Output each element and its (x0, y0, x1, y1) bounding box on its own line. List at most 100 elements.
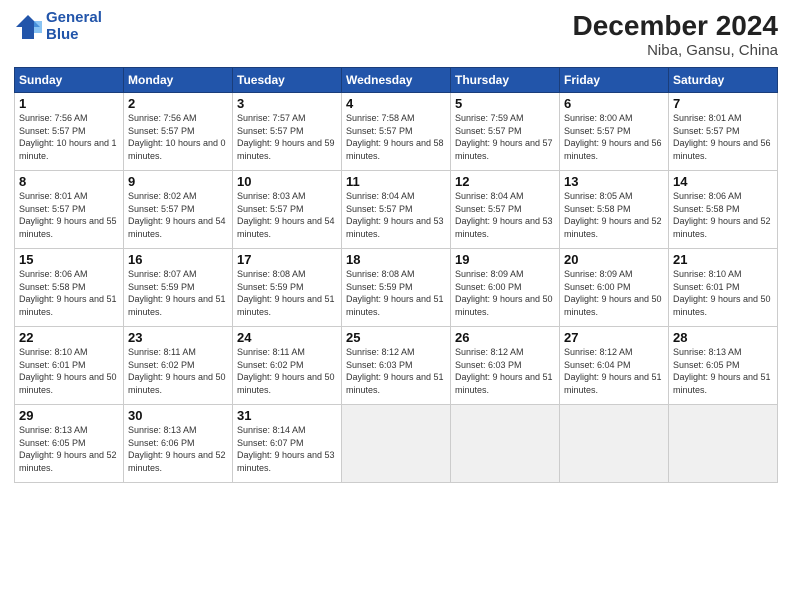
sunset-label: Sunset: 6:00 PM (564, 282, 631, 292)
daylight-label: Daylight: 9 hours and 52 minutes. (19, 450, 117, 473)
day-info: Sunrise: 8:13 AM Sunset: 6:05 PM Dayligh… (19, 424, 119, 474)
day-number: 21 (673, 252, 773, 267)
day-info: Sunrise: 8:09 AM Sunset: 6:00 PM Dayligh… (564, 268, 664, 318)
sunset-label: Sunset: 5:57 PM (346, 204, 413, 214)
daylight-label: Daylight: 9 hours and 51 minutes. (346, 294, 444, 317)
calendar-cell: 26 Sunrise: 8:12 AM Sunset: 6:03 PM Dayl… (451, 327, 560, 405)
day-number: 9 (128, 174, 228, 189)
day-number: 13 (564, 174, 664, 189)
sunset-label: Sunset: 5:57 PM (673, 126, 740, 136)
daylight-label: Daylight: 9 hours and 51 minutes. (19, 294, 117, 317)
calendar-cell: 24 Sunrise: 8:11 AM Sunset: 6:02 PM Dayl… (233, 327, 342, 405)
sunset-label: Sunset: 6:03 PM (346, 360, 413, 370)
day-number: 16 (128, 252, 228, 267)
sunrise-label: Sunrise: 8:02 AM (128, 191, 197, 201)
sunrise-label: Sunrise: 8:09 AM (455, 269, 524, 279)
sunrise-label: Sunrise: 8:13 AM (128, 425, 197, 435)
sunset-label: Sunset: 5:58 PM (673, 204, 740, 214)
day-info: Sunrise: 8:09 AM Sunset: 6:00 PM Dayligh… (455, 268, 555, 318)
daylight-label: Daylight: 9 hours and 58 minutes. (346, 138, 444, 161)
calendar-cell: 13 Sunrise: 8:05 AM Sunset: 5:58 PM Dayl… (560, 171, 669, 249)
calendar-cell: 20 Sunrise: 8:09 AM Sunset: 6:00 PM Dayl… (560, 249, 669, 327)
calendar-cell (560, 405, 669, 483)
logo-icon (14, 13, 42, 41)
daylight-label: Daylight: 10 hours and 1 minute. (19, 138, 117, 161)
daylight-label: Daylight: 9 hours and 51 minutes. (237, 294, 335, 317)
daylight-label: Daylight: 9 hours and 50 minutes. (237, 372, 335, 395)
day-info: Sunrise: 8:12 AM Sunset: 6:03 PM Dayligh… (346, 346, 446, 396)
calendar-cell: 12 Sunrise: 8:04 AM Sunset: 5:57 PM Dayl… (451, 171, 560, 249)
day-info: Sunrise: 8:13 AM Sunset: 6:06 PM Dayligh… (128, 424, 228, 474)
sunrise-label: Sunrise: 8:11 AM (237, 347, 305, 357)
sunrise-label: Sunrise: 8:06 AM (673, 191, 742, 201)
day-number: 2 (128, 96, 228, 111)
daylight-label: Daylight: 9 hours and 53 minutes. (237, 450, 335, 473)
day-info: Sunrise: 8:03 AM Sunset: 5:57 PM Dayligh… (237, 190, 337, 240)
day-info: Sunrise: 8:06 AM Sunset: 5:58 PM Dayligh… (19, 268, 119, 318)
sunrise-label: Sunrise: 8:01 AM (19, 191, 88, 201)
sunrise-label: Sunrise: 7:57 AM (237, 113, 306, 123)
page-container: General Blue December 2024 Niba, Gansu, … (0, 0, 792, 612)
daylight-label: Daylight: 9 hours and 52 minutes. (673, 216, 771, 239)
calendar-cell: 7 Sunrise: 8:01 AM Sunset: 5:57 PM Dayli… (669, 93, 778, 171)
col-saturday: Saturday (669, 68, 778, 93)
day-number: 18 (346, 252, 446, 267)
calendar-cell: 10 Sunrise: 8:03 AM Sunset: 5:57 PM Dayl… (233, 171, 342, 249)
day-info: Sunrise: 8:11 AM Sunset: 6:02 PM Dayligh… (237, 346, 337, 396)
day-number: 19 (455, 252, 555, 267)
calendar-cell: 30 Sunrise: 8:13 AM Sunset: 6:06 PM Dayl… (124, 405, 233, 483)
day-info: Sunrise: 7:58 AM Sunset: 5:57 PM Dayligh… (346, 112, 446, 162)
daylight-label: Daylight: 9 hours and 51 minutes. (673, 372, 771, 395)
day-number: 28 (673, 330, 773, 345)
day-info: Sunrise: 8:12 AM Sunset: 6:03 PM Dayligh… (455, 346, 555, 396)
daylight-label: Daylight: 9 hours and 56 minutes. (564, 138, 662, 161)
sunrise-label: Sunrise: 8:12 AM (455, 347, 524, 357)
daylight-label: Daylight: 9 hours and 59 minutes. (237, 138, 335, 161)
daylight-label: Daylight: 9 hours and 54 minutes. (237, 216, 335, 239)
sunset-label: Sunset: 6:07 PM (237, 438, 304, 448)
day-number: 20 (564, 252, 664, 267)
day-info: Sunrise: 8:14 AM Sunset: 6:07 PM Dayligh… (237, 424, 337, 474)
calendar-cell: 15 Sunrise: 8:06 AM Sunset: 5:58 PM Dayl… (15, 249, 124, 327)
day-info: Sunrise: 8:10 AM Sunset: 6:01 PM Dayligh… (19, 346, 119, 396)
sunrise-label: Sunrise: 8:12 AM (564, 347, 633, 357)
day-info: Sunrise: 8:05 AM Sunset: 5:58 PM Dayligh… (564, 190, 664, 240)
day-info: Sunrise: 8:12 AM Sunset: 6:04 PM Dayligh… (564, 346, 664, 396)
calendar-cell (451, 405, 560, 483)
location-subtitle: Niba, Gansu, China (573, 42, 778, 59)
day-info: Sunrise: 8:06 AM Sunset: 5:58 PM Dayligh… (673, 190, 773, 240)
sunrise-label: Sunrise: 8:06 AM (19, 269, 88, 279)
col-sunday: Sunday (15, 68, 124, 93)
sunset-label: Sunset: 5:57 PM (19, 126, 86, 136)
sunrise-label: Sunrise: 8:04 AM (455, 191, 524, 201)
sunset-label: Sunset: 6:00 PM (455, 282, 522, 292)
sunset-label: Sunset: 5:57 PM (237, 204, 304, 214)
calendar-cell: 9 Sunrise: 8:02 AM Sunset: 5:57 PM Dayli… (124, 171, 233, 249)
calendar-cell: 18 Sunrise: 8:08 AM Sunset: 5:59 PM Dayl… (342, 249, 451, 327)
calendar-row: 15 Sunrise: 8:06 AM Sunset: 5:58 PM Dayl… (15, 249, 778, 327)
col-friday: Friday (560, 68, 669, 93)
col-monday: Monday (124, 68, 233, 93)
day-number: 12 (455, 174, 555, 189)
sunset-label: Sunset: 5:59 PM (237, 282, 304, 292)
day-info: Sunrise: 8:07 AM Sunset: 5:59 PM Dayligh… (128, 268, 228, 318)
sunset-label: Sunset: 5:57 PM (346, 126, 413, 136)
day-info: Sunrise: 8:00 AM Sunset: 5:57 PM Dayligh… (564, 112, 664, 162)
day-info: Sunrise: 7:56 AM Sunset: 5:57 PM Dayligh… (128, 112, 228, 162)
sunset-label: Sunset: 5:58 PM (564, 204, 631, 214)
day-info: Sunrise: 7:59 AM Sunset: 5:57 PM Dayligh… (455, 112, 555, 162)
calendar-cell: 23 Sunrise: 8:11 AM Sunset: 6:02 PM Dayl… (124, 327, 233, 405)
sunrise-label: Sunrise: 7:58 AM (346, 113, 415, 123)
sunset-label: Sunset: 6:01 PM (19, 360, 86, 370)
day-info: Sunrise: 8:01 AM Sunset: 5:57 PM Dayligh… (19, 190, 119, 240)
day-number: 5 (455, 96, 555, 111)
daylight-label: Daylight: 9 hours and 51 minutes. (564, 372, 662, 395)
calendar-row: 22 Sunrise: 8:10 AM Sunset: 6:01 PM Dayl… (15, 327, 778, 405)
day-number: 27 (564, 330, 664, 345)
daylight-label: Daylight: 9 hours and 53 minutes. (455, 216, 553, 239)
sunrise-label: Sunrise: 8:14 AM (237, 425, 306, 435)
sunrise-label: Sunrise: 8:08 AM (237, 269, 306, 279)
daylight-label: Daylight: 10 hours and 0 minutes. (128, 138, 226, 161)
calendar-cell: 27 Sunrise: 8:12 AM Sunset: 6:04 PM Dayl… (560, 327, 669, 405)
title-area: December 2024 Niba, Gansu, China (573, 10, 778, 59)
